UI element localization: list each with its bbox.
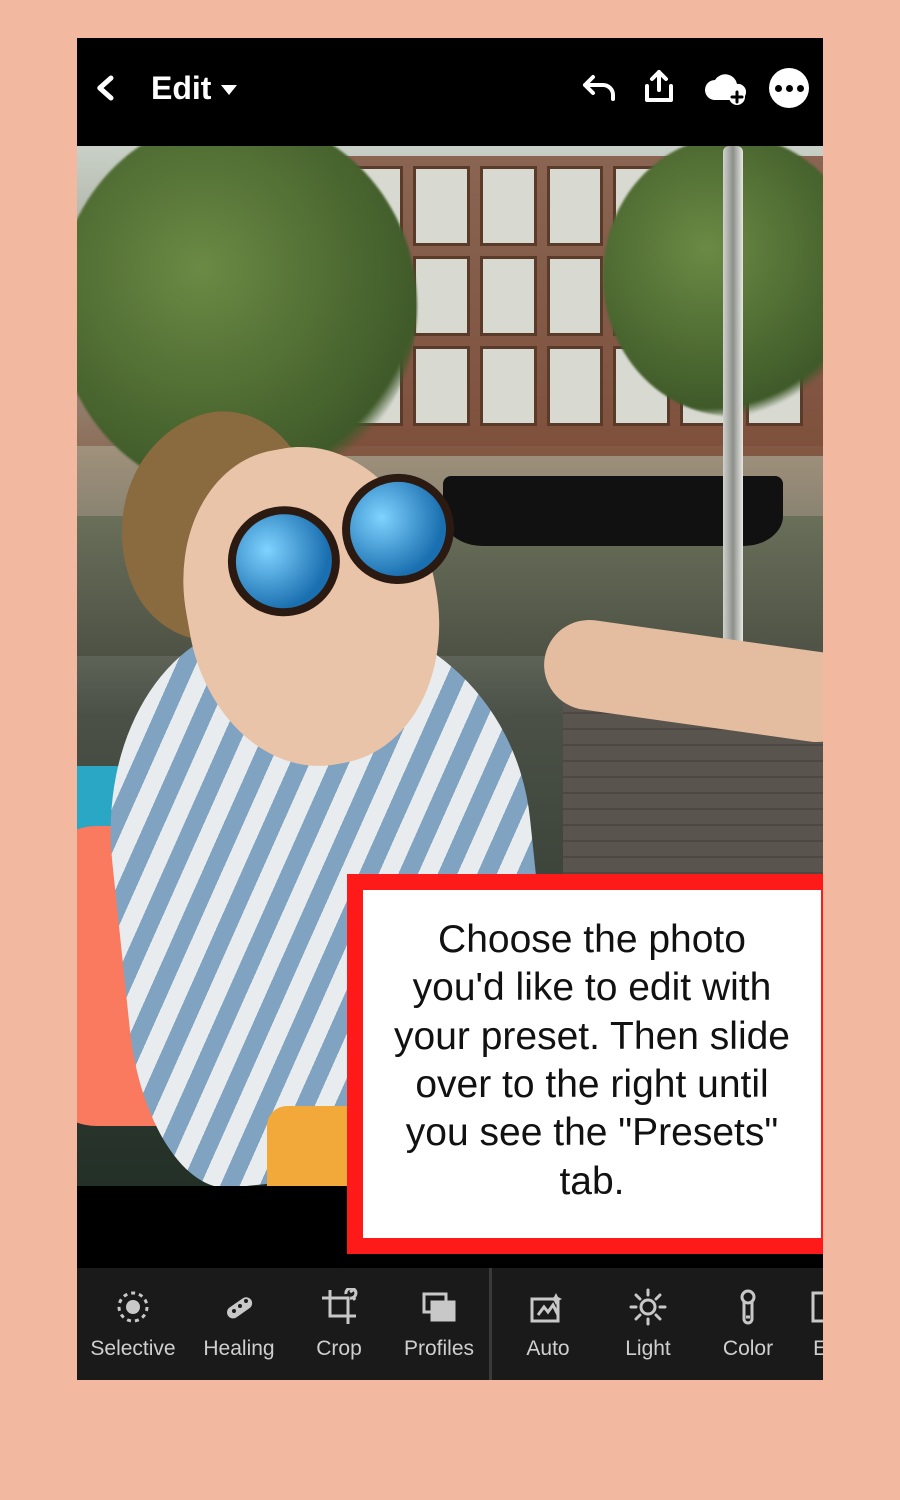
tool-selective[interactable]: Selective [77, 1268, 189, 1380]
tool-label: Auto [526, 1337, 569, 1361]
tool-auto[interactable]: Auto [498, 1268, 598, 1380]
healing-icon [219, 1287, 259, 1327]
color-icon [728, 1287, 768, 1327]
tool-label: Crop [316, 1337, 362, 1361]
selective-icon [113, 1287, 153, 1327]
tool-light[interactable]: Light [598, 1268, 698, 1380]
crop-icon [319, 1287, 359, 1327]
app-frame: Edit [77, 38, 823, 1380]
mode-label: Edit [151, 70, 211, 107]
more-dot [797, 85, 804, 92]
tool-label: Color [723, 1337, 773, 1361]
tool-effects-partial[interactable]: Ef [798, 1268, 823, 1380]
tool-label: Healing [203, 1337, 274, 1361]
cloud-add-button[interactable] [699, 70, 747, 106]
tool-color[interactable]: Color [698, 1268, 798, 1380]
share-button[interactable] [641, 68, 677, 108]
mode-dropdown[interactable]: Edit [151, 70, 237, 107]
tool-label: Profiles [404, 1337, 474, 1361]
instruction-callout: Choose the photo you'd like to edit with… [347, 874, 823, 1254]
effects-icon [803, 1287, 823, 1327]
tool-label: Ef [813, 1337, 823, 1361]
auto-icon [528, 1287, 568, 1327]
undo-button[interactable] [579, 71, 619, 105]
tool-crop[interactable]: Crop [289, 1268, 389, 1380]
more-dot [775, 85, 782, 92]
back-button[interactable] [91, 69, 121, 107]
tool-label: Selective [90, 1337, 175, 1361]
light-icon [628, 1287, 668, 1327]
profiles-icon [419, 1287, 459, 1327]
more-button[interactable] [769, 68, 809, 108]
top-bar: Edit [77, 38, 823, 138]
bottom-toolbar[interactable]: Selective Healing Crop Profiles [77, 1268, 823, 1380]
tool-profiles[interactable]: Profiles [389, 1268, 489, 1380]
more-dot [786, 85, 793, 92]
tool-label: Light [625, 1337, 671, 1361]
instruction-text: Choose the photo you'd like to edit with… [391, 916, 793, 1206]
chevron-down-icon [221, 85, 237, 95]
tool-healing[interactable]: Healing [189, 1268, 289, 1380]
